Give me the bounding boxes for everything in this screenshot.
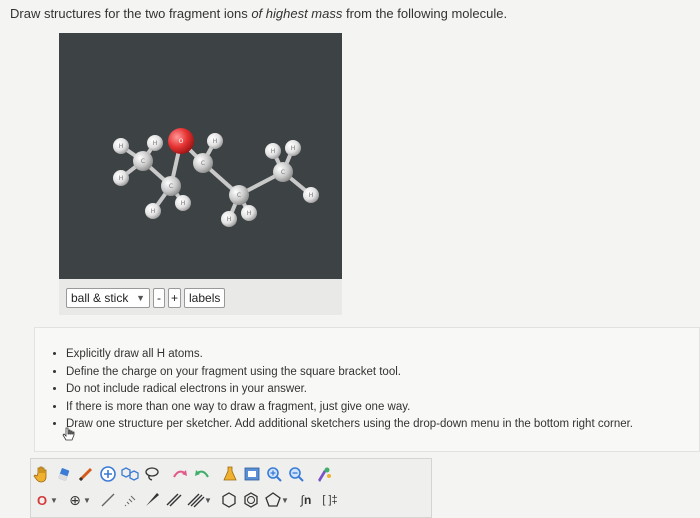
atom-label-h: H — [181, 200, 186, 207]
rings-icon[interactable] — [119, 463, 141, 485]
triple-bond-icon[interactable] — [185, 489, 207, 511]
instructions-panel: Explicitly draw all H atoms. Define the … — [34, 327, 700, 452]
labels-button[interactable]: labels — [184, 288, 226, 308]
structure-sketcher: O ▼ ⊕ ▼ ▼ ▼ ∫ n []‡ — [30, 458, 432, 518]
render-mode-select[interactable]: ball & stick ▼ — [66, 288, 150, 308]
template-tool-label: n — [303, 493, 312, 507]
instruction-item: Define the charge on your fragment using… — [66, 364, 699, 382]
atoms: H H H C H H C O H C H H C H H C H — [113, 128, 319, 227]
hand-icon[interactable] — [31, 463, 53, 485]
atom-label-h: H — [271, 148, 276, 155]
double-bond-icon[interactable] — [163, 489, 185, 511]
zoom-plus-button[interactable]: + — [168, 288, 182, 308]
mouse-cursor-icon — [62, 427, 75, 441]
atom-label-o: O — [179, 138, 184, 145]
undo-icon[interactable] — [169, 463, 191, 485]
atom-label-h: H — [119, 143, 124, 150]
ball-and-stick-model: H H H C H H C O H C H H C H H C H — [113, 128, 319, 227]
atom-label-h: H — [309, 192, 314, 199]
charge-tool[interactable]: ⊕ — [64, 489, 86, 511]
wedge-bond-icon[interactable] — [141, 489, 163, 511]
instruction-item: Draw one structure per sketcher. Add add… — [66, 416, 699, 434]
sketcher-toolbar-top — [31, 463, 335, 485]
zoom-out-icon[interactable] — [285, 463, 307, 485]
atom-label-h: H — [151, 208, 156, 215]
hexagon-ring-icon[interactable] — [218, 489, 240, 511]
atom-label-c: C — [237, 192, 241, 199]
atom-label-h: H — [247, 210, 252, 217]
instructions-list: Explicitly draw all H atoms. Define the … — [35, 328, 699, 434]
atom-label-h: H — [291, 145, 296, 152]
atom-label-h: H — [213, 138, 218, 145]
molecule-viewer: H H H C H H C O H C H H C H H C H ball &… — [59, 33, 342, 315]
bracket-tool[interactable]: [ ]‡ — [317, 489, 343, 511]
viewer-controls: ball & stick ▼ - + labels — [66, 287, 226, 309]
cleanup-icon[interactable] — [313, 463, 335, 485]
molecule-canvas[interactable]: H H H C H H C O H C H H C H H C H — [59, 33, 342, 279]
question-prefix: Draw structures for the two fragment ion… — [10, 6, 252, 21]
image-icon[interactable] — [241, 463, 263, 485]
instruction-item: Do not include radical electrons in your… — [66, 381, 699, 399]
atom-label-h: H — [227, 216, 232, 223]
atom-label-c: C — [281, 169, 285, 176]
zoom-minus-button[interactable]: - — [153, 288, 165, 308]
charge-tool-symbol: ⊕ — [69, 491, 81, 508]
redo-icon[interactable] — [191, 463, 213, 485]
atom-selector[interactable]: O — [31, 489, 53, 511]
template-tool[interactable]: ∫ n — [295, 489, 317, 511]
question-emphasis: of highest mass — [251, 6, 343, 21]
question-suffix: from the following molecule. — [342, 6, 508, 21]
atom-label-c: C — [169, 183, 173, 190]
atom-label-c: C — [201, 160, 205, 167]
chevron-down-icon: ▼ — [136, 293, 145, 303]
sketcher-toolbar-bottom: O ▼ ⊕ ▼ ▼ ▼ ∫ n []‡ — [31, 489, 343, 511]
single-bond-icon[interactable] — [97, 489, 119, 511]
lasso-icon[interactable] — [141, 463, 163, 485]
plus-charge-icon[interactable] — [97, 463, 119, 485]
bracket-tool-label: [ ]‡ — [322, 494, 338, 506]
instruction-item: If there is more than one way to draw a … — [66, 399, 699, 417]
question-text: Draw structures for the two fragment ion… — [10, 6, 507, 21]
pentagon-ring-icon[interactable] — [262, 489, 284, 511]
eraser-icon[interactable] — [53, 463, 75, 485]
flask-icon[interactable] — [219, 463, 241, 485]
atom-selector-value: O — [36, 492, 48, 508]
atom-label-c: C — [141, 158, 145, 165]
hashed-bond-icon[interactable] — [119, 489, 141, 511]
benzene-ring-icon[interactable] — [240, 489, 262, 511]
atom-label-h: H — [119, 175, 124, 182]
instruction-item: Explicitly draw all H atoms. — [66, 346, 699, 364]
render-mode-value: ball & stick — [71, 291, 129, 305]
atom-label-h: H — [153, 140, 158, 147]
pencil-icon[interactable] — [75, 463, 97, 485]
zoom-in-icon[interactable] — [263, 463, 285, 485]
